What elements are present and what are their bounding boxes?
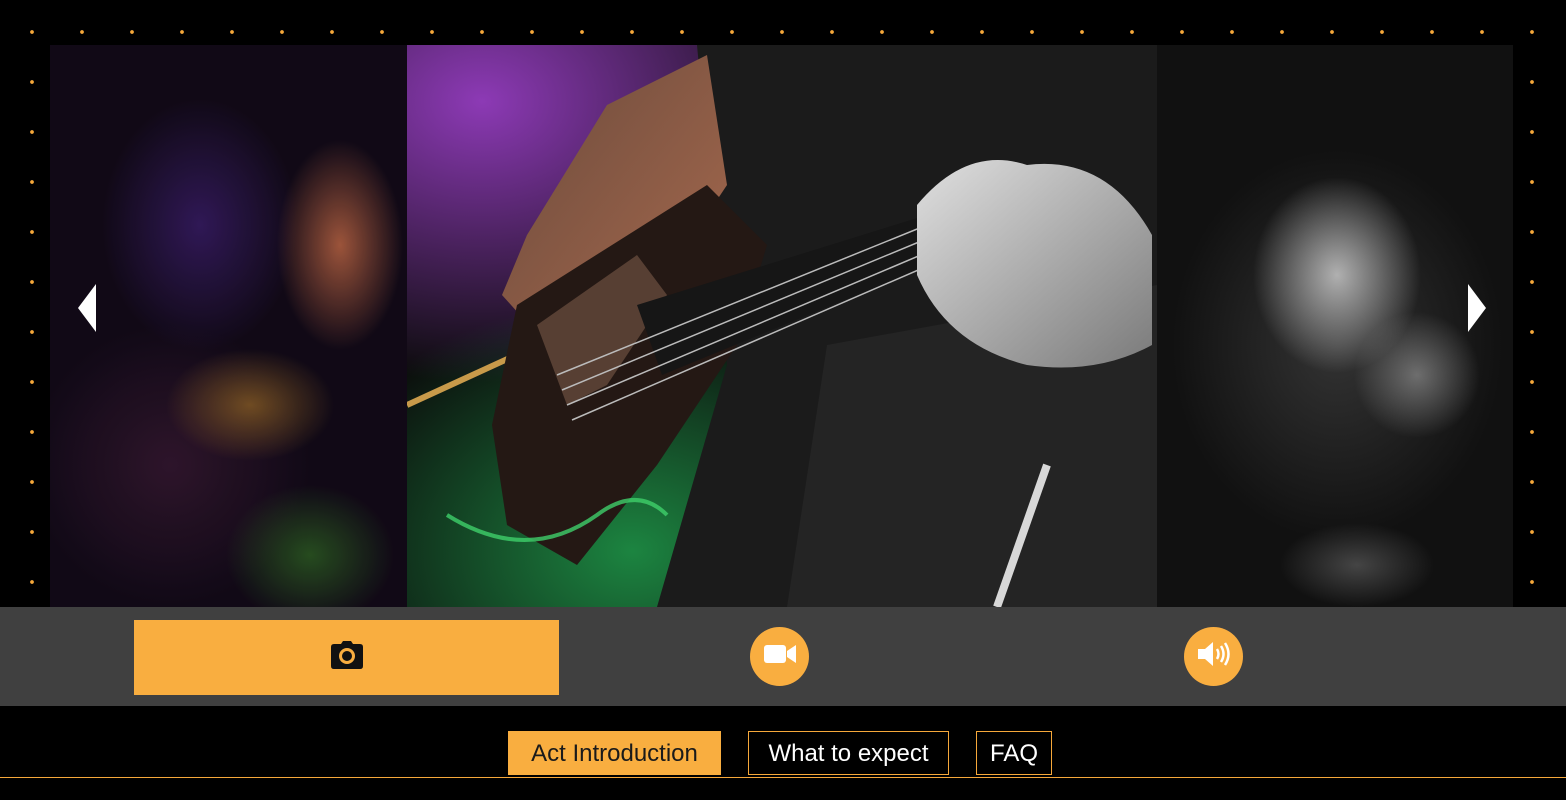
- photos-tab-button[interactable]: [134, 620, 559, 695]
- photo-gallery: [50, 45, 1513, 607]
- tab-what-to-expect[interactable]: What to expect: [748, 731, 949, 775]
- tab-faq[interactable]: FAQ: [976, 731, 1052, 775]
- tabs-underline: [0, 777, 1566, 778]
- chevron-right-icon[interactable]: [1464, 282, 1490, 334]
- videos-tab-button[interactable]: [750, 627, 809, 686]
- current-slide-image: [407, 45, 1157, 607]
- tab-act-introduction[interactable]: Act Introduction: [508, 731, 721, 775]
- chevron-left-icon[interactable]: [74, 282, 100, 334]
- media-type-bar: [0, 607, 1566, 706]
- previous-slide-image[interactable]: [50, 45, 407, 607]
- camera-icon: [330, 640, 364, 675]
- audio-tab-button[interactable]: [1184, 627, 1243, 686]
- next-slide-image[interactable]: [1157, 45, 1513, 607]
- video-camera-icon: [763, 643, 796, 670]
- speaker-icon: [1197, 641, 1230, 672]
